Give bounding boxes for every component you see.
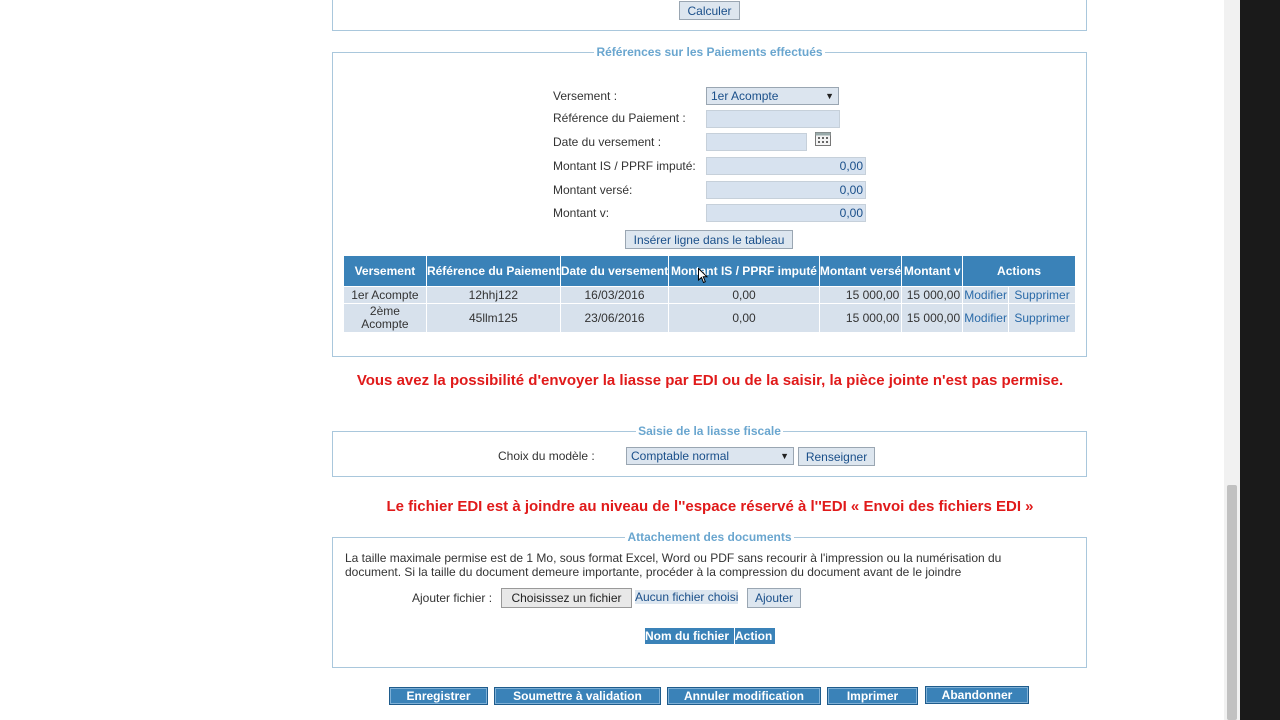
window-edge bbox=[1240, 0, 1280, 720]
reference-label: Référence du Paiement : bbox=[553, 111, 686, 125]
supprimer-link[interactable]: Supprimer bbox=[1008, 303, 1076, 333]
reference-input[interactable] bbox=[706, 110, 840, 128]
col-montant-is: Montant IS / PPRF imputé bbox=[668, 255, 820, 287]
chevron-down-icon: ▼ bbox=[825, 91, 834, 101]
date-input[interactable] bbox=[706, 133, 807, 151]
col-nom-fichier: Nom du fichier bbox=[645, 628, 735, 644]
montant-v-input[interactable]: 0,00 bbox=[706, 204, 866, 222]
cell-montant-v: 15 000,00 bbox=[901, 303, 964, 333]
paiements-table: Versement Référence du Paiement Date du … bbox=[343, 255, 1076, 333]
versement-select-value: 1er Acompte bbox=[711, 89, 779, 103]
montant-v-label: Montant v: bbox=[553, 206, 610, 220]
cell-montant-v: 15 000,00 bbox=[901, 286, 964, 304]
scrollbar-thumb[interactable] bbox=[1227, 485, 1237, 720]
inserer-ligne-button[interactable]: Insérer ligne dans le tableau bbox=[625, 230, 793, 249]
col-montant-verse: Montant versé bbox=[818, 255, 903, 287]
cell-montant-is: 0,00 bbox=[668, 286, 820, 304]
choose-file-button[interactable]: Choisissez un fichier bbox=[501, 588, 632, 608]
imprimer-button[interactable]: Imprimer bbox=[827, 687, 918, 705]
modele-select-value: Comptable normal bbox=[631, 449, 730, 463]
abandonner-button[interactable]: Abandonner bbox=[925, 686, 1029, 704]
date-label: Date du versement : bbox=[553, 135, 662, 149]
col-actions: Actions bbox=[962, 255, 1076, 287]
ajouter-fichier-label: Ajouter fichier : bbox=[412, 591, 493, 605]
cell-date: 16/03/2016 bbox=[559, 286, 670, 304]
modele-select[interactable]: Comptable normal ▼ bbox=[626, 447, 794, 465]
annuler-modification-button[interactable]: Annuler modification bbox=[667, 687, 821, 705]
montant-verse-label: Montant versé: bbox=[553, 183, 633, 197]
modifier-link[interactable]: Modifier bbox=[962, 286, 1010, 304]
edi-possibility-message: Vous avez la possibilité d'envoyer la li… bbox=[356, 372, 1064, 389]
supprimer-link[interactable]: Supprimer bbox=[1008, 286, 1076, 304]
renseigner-button[interactable]: Renseigner bbox=[798, 447, 875, 466]
montant-verse-input[interactable]: 0,00 bbox=[706, 181, 866, 199]
cell-montant-is: 0,00 bbox=[668, 303, 820, 333]
cell-reference: 45llm125 bbox=[425, 303, 561, 333]
montant-is-input[interactable]: 0,00 bbox=[706, 157, 866, 175]
modele-label: Choix du modèle : bbox=[498, 449, 595, 463]
calculer-button[interactable]: Calculer bbox=[679, 1, 740, 20]
col-date: Date du versement bbox=[559, 255, 670, 287]
calendar-icon[interactable] bbox=[815, 132, 831, 146]
ajouter-button[interactable]: Ajouter bbox=[747, 588, 801, 608]
enregistrer-button[interactable]: Enregistrer bbox=[389, 687, 488, 705]
liasse-legend: Saisie de la liasse fiscale bbox=[638, 424, 781, 438]
cell-date: 23/06/2016 bbox=[559, 303, 670, 333]
cell-versement: 1er Acompte bbox=[343, 286, 427, 304]
cell-reference: 12hhj122 bbox=[425, 286, 561, 304]
edi-file-message: Le fichier EDI est à joindre au niveau d… bbox=[386, 498, 1034, 515]
paiements-legend: Références sur les Paiements effectués bbox=[596, 45, 823, 59]
versement-select[interactable]: 1er Acompte ▼ bbox=[706, 87, 839, 105]
montant-is-label: Montant IS / PPRF imputé: bbox=[553, 159, 696, 173]
col-versement: Versement bbox=[343, 255, 427, 287]
table-row: 2ème Acompte 45llm125 23/06/2016 0,00 15… bbox=[343, 303, 1076, 333]
table-row: 1er Acompte 12hhj122 16/03/2016 0,00 15 … bbox=[343, 286, 1076, 304]
col-montant-v: Montant v bbox=[901, 255, 964, 287]
no-file-chosen-text: Aucun fichier choisi bbox=[635, 590, 739, 604]
versement-label: Versement : bbox=[553, 89, 618, 103]
soumettre-validation-button[interactable]: Soumettre à validation bbox=[494, 687, 661, 705]
cell-montant-verse: 15 000,00 bbox=[818, 286, 903, 304]
mouse-cursor-icon bbox=[698, 267, 709, 284]
cell-versement: 2ème Acompte bbox=[343, 303, 427, 333]
fichiers-table-header: Nom du fichier Action bbox=[645, 628, 775, 644]
attachement-legend: Attachement des documents bbox=[627, 530, 792, 544]
col-action: Action bbox=[735, 628, 775, 644]
modifier-link[interactable]: Modifier bbox=[962, 303, 1010, 333]
cell-montant-verse: 15 000,00 bbox=[818, 303, 903, 333]
chevron-down-icon: ▼ bbox=[780, 451, 789, 461]
col-reference: Référence du Paiement bbox=[425, 255, 561, 287]
attachement-info: La taille maximale permise est de 1 Mo, … bbox=[345, 551, 1002, 579]
